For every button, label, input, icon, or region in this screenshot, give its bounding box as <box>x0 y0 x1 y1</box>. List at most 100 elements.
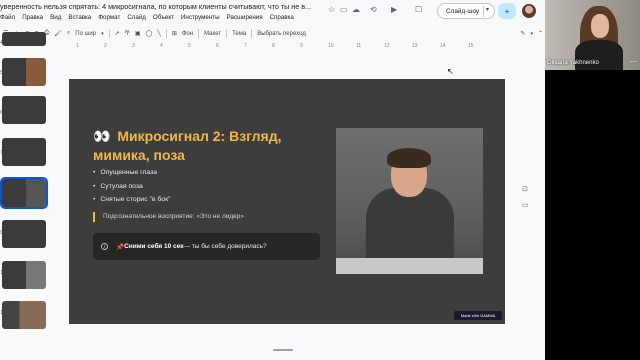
slide-thumbnail[interactable] <box>2 261 46 289</box>
toolbar-divider <box>251 29 253 38</box>
participant-face <box>591 14 609 38</box>
text-box-icon[interactable]: Ͳ <box>125 30 130 37</box>
chevron-down-icon[interactable]: ▾ <box>101 31 104 37</box>
slide-thumbnail-active[interactable] <box>0 177 48 209</box>
ruler-tick: 5 <box>188 43 191 49</box>
folder-icon[interactable]: ▭ <box>522 201 529 209</box>
ruler-tick: 4 <box>160 43 163 49</box>
paint-format-icon[interactable]: 🖌 <box>54 30 62 37</box>
list-item: Сутулая поза <box>93 183 170 190</box>
share-person-icon[interactable]: + <box>498 3 516 19</box>
star-icon[interactable]: ☆ <box>328 5 335 14</box>
select-cursor-icon[interactable]: ➚ <box>115 30 120 37</box>
chevron-down-icon[interactable]: ▾ <box>530 31 533 37</box>
image-icon[interactable]: ▣ <box>135 30 141 37</box>
slide-thumbnail[interactable] <box>2 220 46 248</box>
menu-extensions[interactable]: Расширения <box>227 14 263 21</box>
photo-table <box>336 258 483 274</box>
slide-thumbnail[interactable] <box>2 96 46 124</box>
menu-view[interactable]: Вид <box>50 14 61 21</box>
menu-tools[interactable]: Инструменты <box>181 14 220 21</box>
ruler-tick: 12 <box>384 43 390 49</box>
man-at-table-image[interactable] <box>336 128 483 274</box>
photo-hair <box>387 148 431 168</box>
shape-icon[interactable]: ◯ <box>146 30 153 37</box>
callout-text: — ты бы себе доверилась? <box>183 243 267 250</box>
made-with-gamma-badge: Made with GAMMA <box>454 311 502 320</box>
menu-bar: Файл Правка Вид Вставка Формат Слайд Объ… <box>0 14 294 21</box>
background-button[interactable]: Фон <box>182 31 193 37</box>
menu-format[interactable]: Формат <box>98 14 120 21</box>
video-call-tile[interactable]: Oksana Yakhnenko ⋯ <box>545 0 640 70</box>
pin-icon: 📌 <box>116 243 125 251</box>
slideshow-button[interactable]: Слайд-шоу ▾ <box>437 3 495 19</box>
toolbar-divider <box>198 29 200 38</box>
slide-thumbnail-panel: 4 5 6 7 8 9 10 11 <box>0 28 48 360</box>
callout-bold-text: Сними себя 10 сек <box>124 243 184 250</box>
scroll-indicator[interactable] <box>273 349 293 351</box>
horizontal-ruler: 1 2 3 4 5 6 7 8 9 10 11 12 13 14 15 <box>66 43 494 51</box>
chevron-up-icon[interactable]: ⌃ <box>538 30 543 37</box>
screen: уверенность нельзя спрятать: 4 микросигн… <box>0 0 640 360</box>
edit-mode-icon[interactable]: ✎ <box>520 30 525 37</box>
transition-button[interactable]: Выбрать переход <box>257 31 306 37</box>
ruler-tick: 13 <box>412 43 418 49</box>
avatar[interactable] <box>522 4 536 18</box>
chevron-down-icon[interactable]: ▾ <box>486 6 489 13</box>
move-to-folder-icon[interactable]: ▭ <box>340 5 348 14</box>
info-icon: i <box>101 243 108 250</box>
ruler-tick: 2 <box>104 43 107 49</box>
ruler-tick: 8 <box>272 43 275 49</box>
toolbar: ☰ ＋ ↶ ↷ ⎙ 🖌 ⌕ По шир ▾ ➚ Ͳ ▣ ◯ ╲ ⊞ Фон М… <box>3 27 543 40</box>
zoom-select[interactable]: По шир <box>75 31 96 37</box>
ruler-tick: 14 <box>440 43 446 49</box>
list-item: Снятые сторис "в бок" <box>93 196 170 203</box>
slideshow-divider <box>483 6 484 17</box>
slide-thumbnail[interactable] <box>2 58 46 86</box>
ruler-tick: 11 <box>356 43 362 49</box>
theme-button[interactable]: Тема <box>232 31 246 37</box>
menu-object[interactable]: Объект <box>153 14 174 21</box>
ruler-tick: 1 <box>76 43 79 49</box>
cloud-status-icon[interactable]: ☁ <box>352 5 360 14</box>
empty-video-area <box>545 70 640 360</box>
ruler-tick: 15 <box>468 43 474 49</box>
ruler-tick: 10 <box>328 43 334 49</box>
line-icon[interactable]: ╲ <box>157 30 161 37</box>
video-call-icon[interactable]: ▶ <box>391 5 397 14</box>
menu-help[interactable]: Справка <box>270 14 294 21</box>
slide-canvas[interactable]: 👀 Микросигнал 2: Взгляд, мимика, поза Оп… <box>69 79 505 324</box>
document-title[interactable]: уверенность нельзя спрятать: 4 микросигн… <box>0 2 325 11</box>
side-panel-icons: ⊡ ▭ <box>522 185 529 209</box>
comment-icon[interactable]: ☐ <box>415 5 422 14</box>
ruler-tick: 3 <box>132 43 135 49</box>
slideshow-label: Слайд-шоу <box>446 7 480 15</box>
keep-icon[interactable]: ⊡ <box>522 185 529 193</box>
toolbar-divider <box>108 29 110 38</box>
layout-button[interactable]: Макет <box>204 31 221 37</box>
slide-thumbnail[interactable] <box>2 301 46 329</box>
menu-edit[interactable]: Правка <box>22 14 43 21</box>
menu-insert[interactable]: Вставка <box>68 14 91 21</box>
slides-app: уверенность нельзя спрятать: 4 микросигн… <box>0 0 545 360</box>
menu-slide[interactable]: Слайд <box>127 14 146 21</box>
bullet-list[interactable]: Опущенные глаза Сутулая поза Снятые стор… <box>93 169 170 210</box>
ruler-tick: 9 <box>300 43 303 49</box>
menu-file[interactable]: Файл <box>0 14 15 21</box>
toolbar-divider <box>226 29 228 38</box>
quote-text[interactable]: Подсознательное восприятие: «Это не лиде… <box>93 212 244 222</box>
slide-thumbnail[interactable] <box>2 138 46 166</box>
more-options-icon[interactable]: ⋯ <box>630 58 637 66</box>
callout-box[interactable]: i 📌 Сними себя 10 сек — ты бы себе довер… <box>93 233 320 260</box>
slide-heading[interactable]: 👀 Микросигнал 2: Взгляд, мимика, поза <box>93 127 303 165</box>
slide-thumbnail[interactable] <box>2 32 46 46</box>
mouse-cursor-icon: ↖ <box>447 67 454 76</box>
zoom-icon[interactable]: ⌕ <box>67 30 70 37</box>
history-icon[interactable]: ⟲ <box>370 5 377 14</box>
slide-heading-text: Микросигнал 2: Взгляд, мимика, поза <box>93 128 282 163</box>
add-comment-icon[interactable]: ⊞ <box>172 30 177 37</box>
toolbar-divider <box>165 29 167 38</box>
ruler-tick: 6 <box>216 43 219 49</box>
ruler-tick: 7 <box>244 43 247 49</box>
eyes-icon: 👀 <box>93 128 111 144</box>
